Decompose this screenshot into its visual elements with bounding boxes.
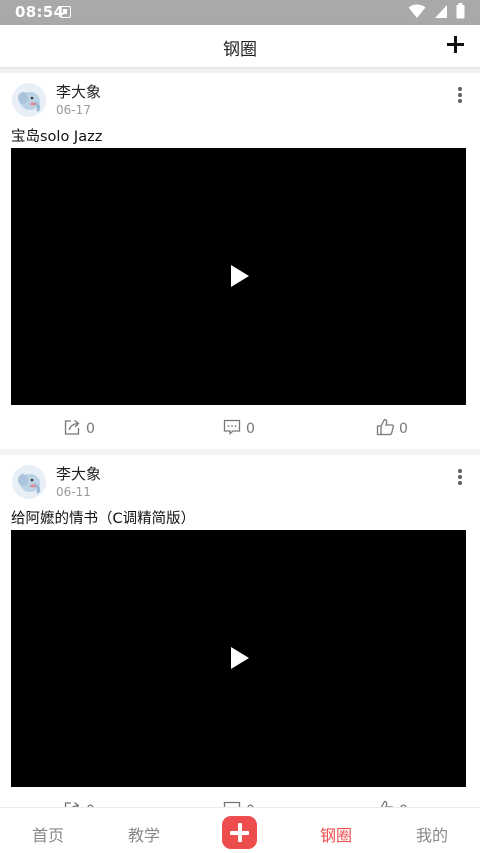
video-player[interactable]: [11, 148, 466, 405]
more-options-icon[interactable]: [456, 87, 464, 105]
post-card: 李大象 06-11 给阿嬷的情书（C调精简版） 0 0 0: [0, 455, 480, 810]
tab-teaching[interactable]: 教学: [114, 822, 174, 846]
signal-icon: [434, 5, 447, 18]
share-count: 0: [86, 421, 95, 437]
more-options-icon[interactable]: [456, 469, 464, 487]
comment-icon: [223, 419, 241, 435]
play-icon[interactable]: [231, 647, 249, 669]
author-name[interactable]: 李大象: [56, 463, 101, 484]
notification-icon: [60, 6, 71, 18]
thumbs-up-icon: [376, 418, 394, 436]
like-count: 0: [399, 421, 408, 437]
add-post-button[interactable]: [222, 816, 257, 849]
play-icon[interactable]: [231, 265, 249, 287]
battery-icon: [456, 3, 465, 19]
status-bar: 08:54: [0, 0, 480, 25]
post-card: 李大象 06-17 宝岛solo Jazz 0 0 0: [0, 73, 480, 449]
post-date: 06-11: [56, 485, 91, 499]
tab-mine[interactable]: 我的: [402, 822, 462, 846]
post-title[interactable]: 给阿嬷的情书（C调精简版）: [11, 507, 195, 528]
tab-piano-circle[interactable]: 钢圈: [306, 822, 366, 846]
wifi-icon: [408, 4, 426, 18]
author-name[interactable]: 李大象: [56, 81, 101, 102]
app-header: 钢圈: [0, 25, 480, 67]
plus-icon[interactable]: [444, 33, 468, 57]
elephant-avatar-icon: [12, 83, 46, 117]
bottom-tab-bar: 首页 教学 钢圈 我的: [0, 807, 480, 853]
status-icons: [405, 3, 465, 21]
avatar[interactable]: [12, 465, 46, 499]
post-title[interactable]: 宝岛solo Jazz: [11, 125, 102, 146]
page-title: 钢圈: [223, 40, 257, 60]
tab-home[interactable]: 首页: [18, 822, 78, 846]
video-player[interactable]: [11, 530, 466, 787]
avatar[interactable]: [12, 83, 46, 117]
comment-count: 0: [246, 421, 255, 437]
elephant-avatar-icon: [12, 465, 46, 499]
share-icon: [64, 419, 80, 435]
post-date: 06-17: [56, 103, 91, 117]
status-time: 08:54: [15, 3, 65, 21]
